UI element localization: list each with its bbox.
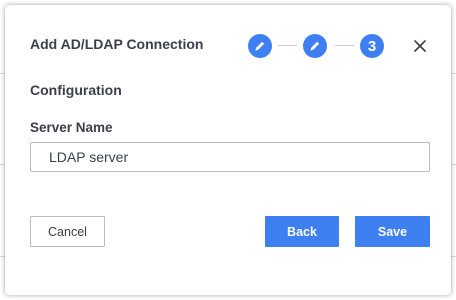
add-connection-dialog: Add AD/LDAP Connection 3 Configuration S… [5,5,451,295]
close-button[interactable] [411,37,429,55]
section-title: Configuration [30,82,122,98]
cancel-button[interactable]: Cancel [30,216,105,247]
back-button[interactable]: Back [265,216,339,247]
close-icon [414,40,426,52]
save-button[interactable]: Save [355,216,430,247]
server-name-input[interactable] [30,142,430,172]
step-connector [278,45,297,46]
dialog-title: Add AD/LDAP Connection [30,36,204,52]
step-3-current: 3 [360,34,384,58]
step-connector [335,45,354,46]
step-2-completed [303,34,327,58]
pencil-icon [255,41,265,51]
step-number: 3 [367,37,377,55]
server-name-label: Server Name [30,120,113,135]
pencil-icon [310,41,320,51]
step-1-completed [248,34,272,58]
